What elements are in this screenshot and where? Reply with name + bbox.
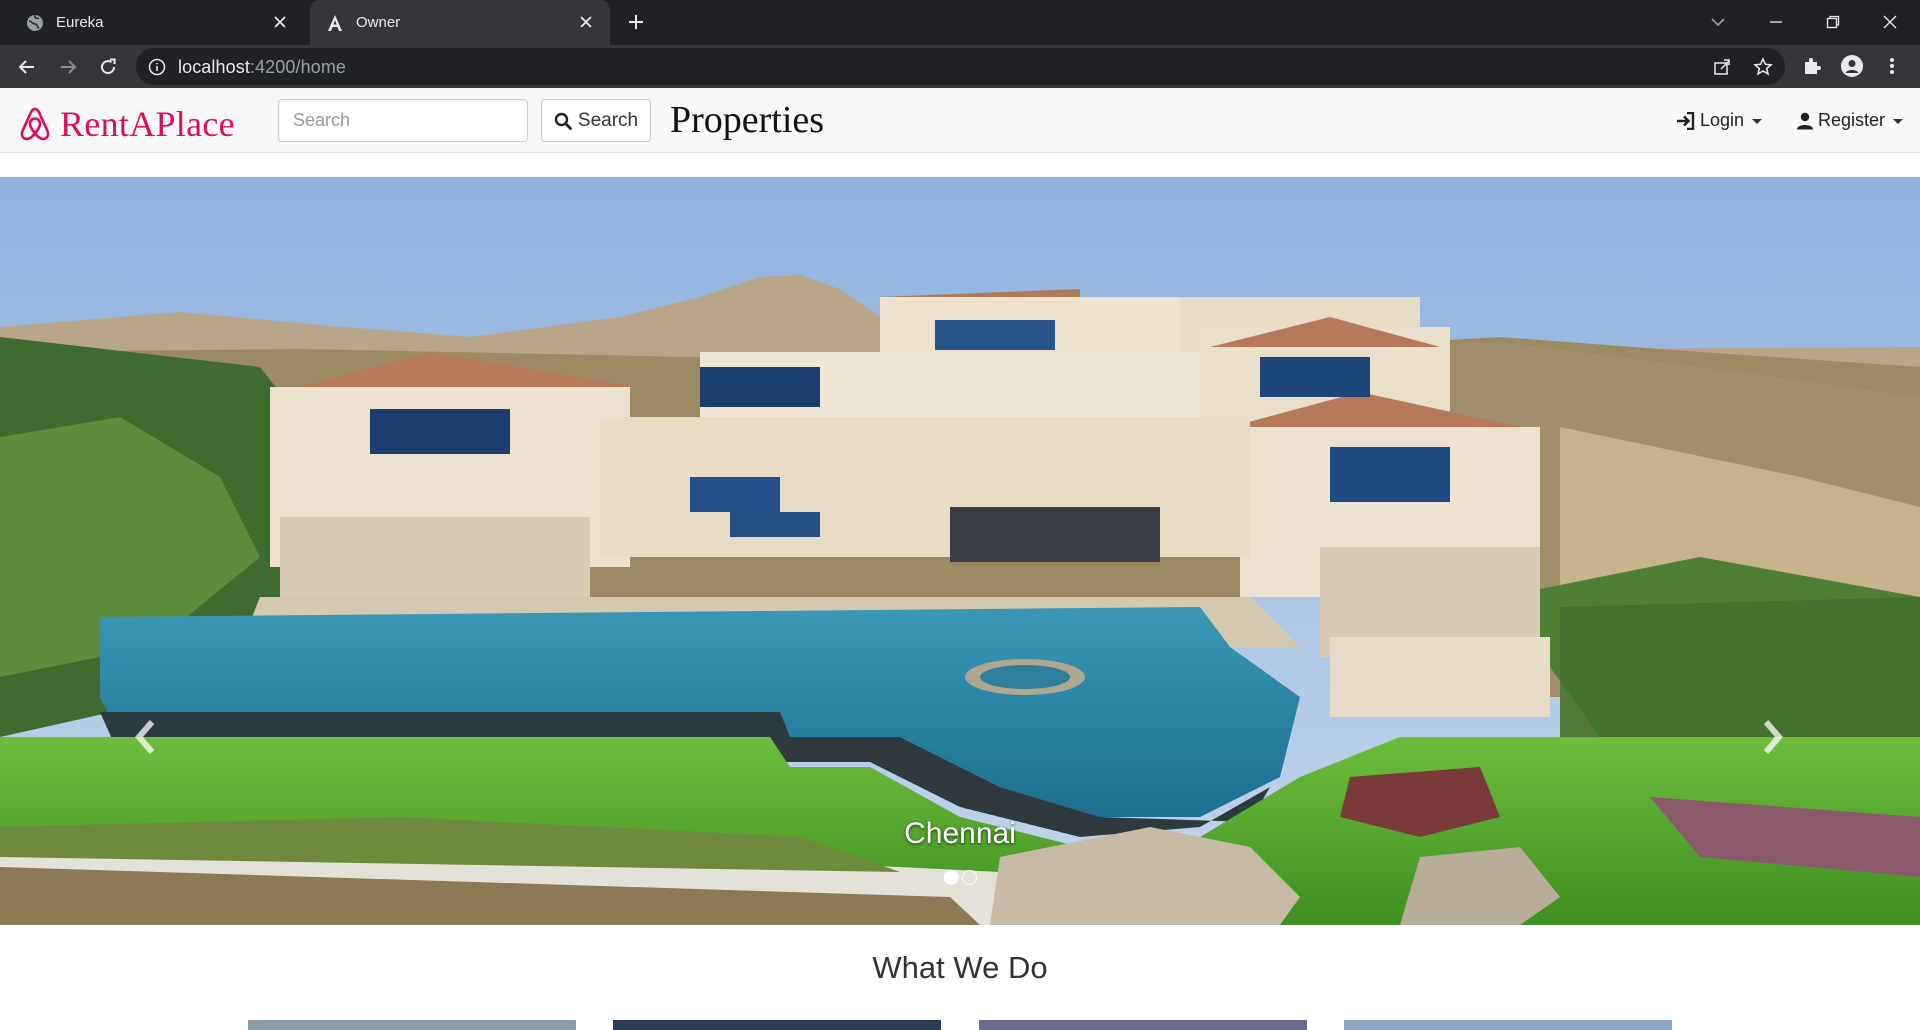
forward-icon[interactable] [54,53,82,81]
reload-icon[interactable] [94,53,122,81]
card-image[interactable] [248,1020,576,1030]
login-label: Login [1700,110,1745,130]
carousel-caption: Chennai [904,817,1016,850]
chevron-down-icon[interactable] [1704,8,1732,36]
angular-icon [326,14,344,32]
puzzle-icon[interactable] [1800,54,1824,78]
url-path: :4200/home [249,57,347,77]
globe-icon [26,14,44,32]
restore-icon[interactable] [1819,8,1847,36]
tab-owner[interactable]: Owner [310,0,610,45]
info-icon[interactable] [148,58,166,76]
close-icon[interactable] [576,12,596,32]
kebab-icon[interactable] [1880,54,1904,78]
villa-photo [0,177,1920,925]
tab-title: Eureka [56,14,104,31]
carousel-indicator[interactable] [962,870,977,885]
url-text: localhost:4200/home [178,57,346,78]
card-image[interactable] [979,1020,1307,1030]
card-image[interactable] [1344,1020,1672,1030]
card-image[interactable] [613,1020,941,1030]
login-icon [1677,111,1695,130]
chevron-left-icon[interactable] [126,707,166,767]
login-dropdown[interactable]: Login [1676,110,1763,131]
register-dropdown[interactable]: Register [1796,110,1904,131]
property-carousel[interactable]: Chennai [0,177,1920,925]
carousel-indicator[interactable] [944,870,959,885]
page-title: Properties [670,99,825,141]
tab-title: Owner [356,14,401,31]
search-button[interactable]: Search [541,99,651,142]
section-title: What We Do [872,950,1048,985]
caret-down-icon [1752,119,1763,124]
caret-down-icon [1893,119,1904,124]
tab-eureka[interactable]: Eureka [12,0,304,45]
brand-link[interactable]: RentAPlace [18,103,235,145]
app-navbar: RentAPlace Search Properties Login Regis… [0,88,1920,153]
search-icon [554,112,572,130]
star-icon[interactable] [1752,56,1774,78]
address-bar[interactable]: localhost:4200/home [136,48,1785,85]
browser-toolbar: localhost:4200/home [0,45,1920,88]
carousel-indicators [944,870,980,885]
search-button-label: Search [577,109,639,131]
browser-tab-bar: Eureka Owner [0,0,1920,45]
chevron-right-icon[interactable] [1752,707,1792,767]
minimize-icon[interactable] [1762,8,1790,36]
search-input[interactable] [278,99,528,142]
plus-icon[interactable] [624,10,648,34]
close-window-icon[interactable] [1876,8,1904,36]
airbnb-logo-icon [20,107,50,141]
share-icon[interactable] [1711,56,1733,78]
register-label: Register [1818,110,1886,130]
profile-icon[interactable] [1840,54,1864,78]
back-icon[interactable] [13,53,41,81]
user-icon [1797,112,1813,129]
url-host: localhost [178,57,250,77]
close-icon[interactable] [270,12,290,32]
brand-name: RentAPlace [60,104,235,144]
